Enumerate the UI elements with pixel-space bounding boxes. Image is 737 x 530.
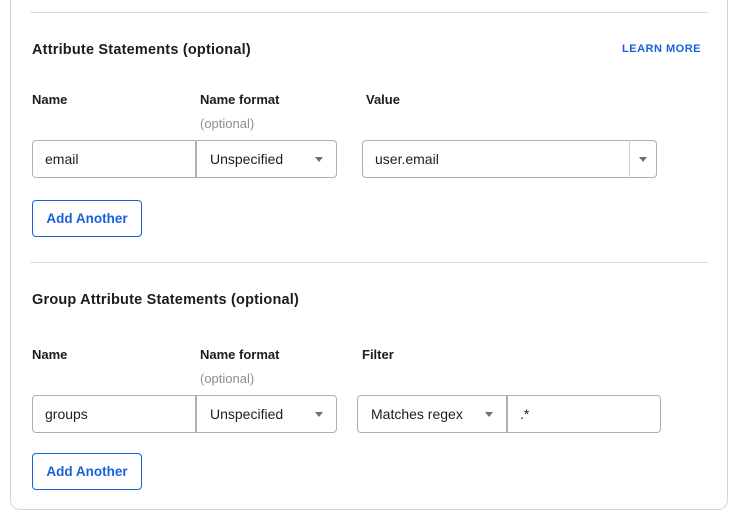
top-divider — [30, 12, 708, 13]
chevron-down-icon — [315, 157, 323, 162]
add-another-group-attribute-button[interactable]: Add Another — [32, 453, 142, 490]
chevron-down-icon — [639, 157, 647, 162]
column-label-name: Name — [32, 92, 67, 107]
attribute-statements-panel: Attribute Statements (optional) LEARN MO… — [0, 0, 737, 530]
attribute-value-input[interactable] — [362, 140, 630, 178]
column-hint-optional: (optional) — [200, 371, 254, 386]
group-attribute-filter-combo: Matches regex — [357, 395, 661, 433]
section-divider — [30, 262, 708, 263]
add-another-attribute-button[interactable]: Add Another — [32, 200, 142, 237]
attribute-value-dropdown-button[interactable] — [629, 140, 657, 178]
attribute-statements-heading: Attribute Statements (optional) — [32, 42, 251, 58]
group-attribute-row: Unspecified — [32, 395, 337, 433]
group-attribute-filter-value-input[interactable] — [507, 395, 661, 433]
group-attribute-name-format-value: Unspecified — [210, 406, 283, 422]
column-label-name-format: Name format — [200, 347, 279, 362]
attribute-name-format-value: Unspecified — [210, 151, 283, 167]
column-hint-optional: (optional) — [200, 116, 254, 131]
group-attribute-statements-heading: Group Attribute Statements (optional) — [32, 292, 299, 308]
chevron-down-icon — [315, 412, 323, 417]
column-label-filter: Filter — [362, 347, 394, 362]
attribute-value-combo — [362, 140, 657, 178]
column-label-name: Name — [32, 347, 67, 362]
attribute-name-format-select[interactable]: Unspecified — [196, 140, 337, 178]
attribute-row: Unspecified — [32, 140, 337, 178]
learn-more-link[interactable]: LEARN MORE — [622, 43, 701, 55]
column-label-name-format: Name format — [200, 92, 279, 107]
group-attribute-name-input[interactable] — [32, 395, 196, 433]
attribute-name-input[interactable] — [32, 140, 196, 178]
group-attribute-name-format-select[interactable]: Unspecified — [196, 395, 337, 433]
group-attribute-filter-type-select[interactable]: Matches regex — [357, 395, 507, 433]
chevron-down-icon — [485, 412, 493, 417]
group-attribute-filter-type-value: Matches regex — [371, 406, 463, 422]
settings-card — [10, 0, 728, 510]
column-label-value: Value — [366, 92, 400, 107]
